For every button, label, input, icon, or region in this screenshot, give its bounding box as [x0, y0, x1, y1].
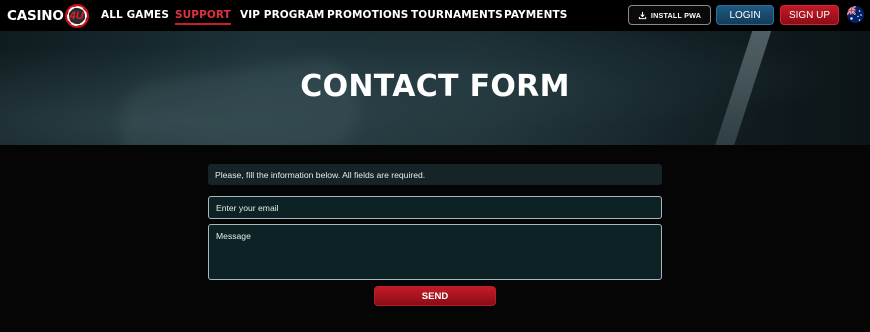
- hero-banner: CONTACT FORM: [0, 31, 870, 145]
- install-pwa-button[interactable]: INSTALL PWA: [628, 5, 711, 25]
- nav-item-all-games[interactable]: ALL GAMES: [101, 9, 169, 21]
- nav-item-vip-program[interactable]: VIP PROGRAM: [240, 9, 324, 21]
- nav-item-support[interactable]: SUPPORT: [175, 9, 231, 25]
- logo-text: CASINO: [7, 7, 64, 24]
- email-field[interactable]: [208, 196, 662, 219]
- message-field[interactable]: [208, 224, 662, 280]
- download-icon: [638, 11, 647, 19]
- logo-badge-text: 4U: [69, 9, 84, 22]
- send-button[interactable]: SEND: [374, 286, 496, 306]
- signup-button[interactable]: SIGN UP: [780, 5, 839, 25]
- australia-flag-icon[interactable]: [847, 6, 864, 23]
- login-button[interactable]: LOGIN: [716, 5, 774, 25]
- install-pwa-label: INSTALL PWA: [650, 10, 702, 20]
- logo-chip-icon: 4U: [64, 3, 89, 28]
- nav-item-payments[interactable]: PAYMENTS: [504, 9, 567, 21]
- top-navigation-bar: CASINO 4U ALL GAMES SUPPORT VIP PROGRAM …: [0, 0, 870, 31]
- page-title: CONTACT FORM: [300, 69, 570, 104]
- nav-item-tournaments[interactable]: TOURNAMENTS: [411, 9, 503, 21]
- form-notice: Please, fill the information below. All …: [208, 164, 662, 185]
- nav-item-promotions[interactable]: PROMOTIONS: [327, 9, 408, 21]
- casino-logo[interactable]: CASINO 4U: [7, 3, 89, 28]
